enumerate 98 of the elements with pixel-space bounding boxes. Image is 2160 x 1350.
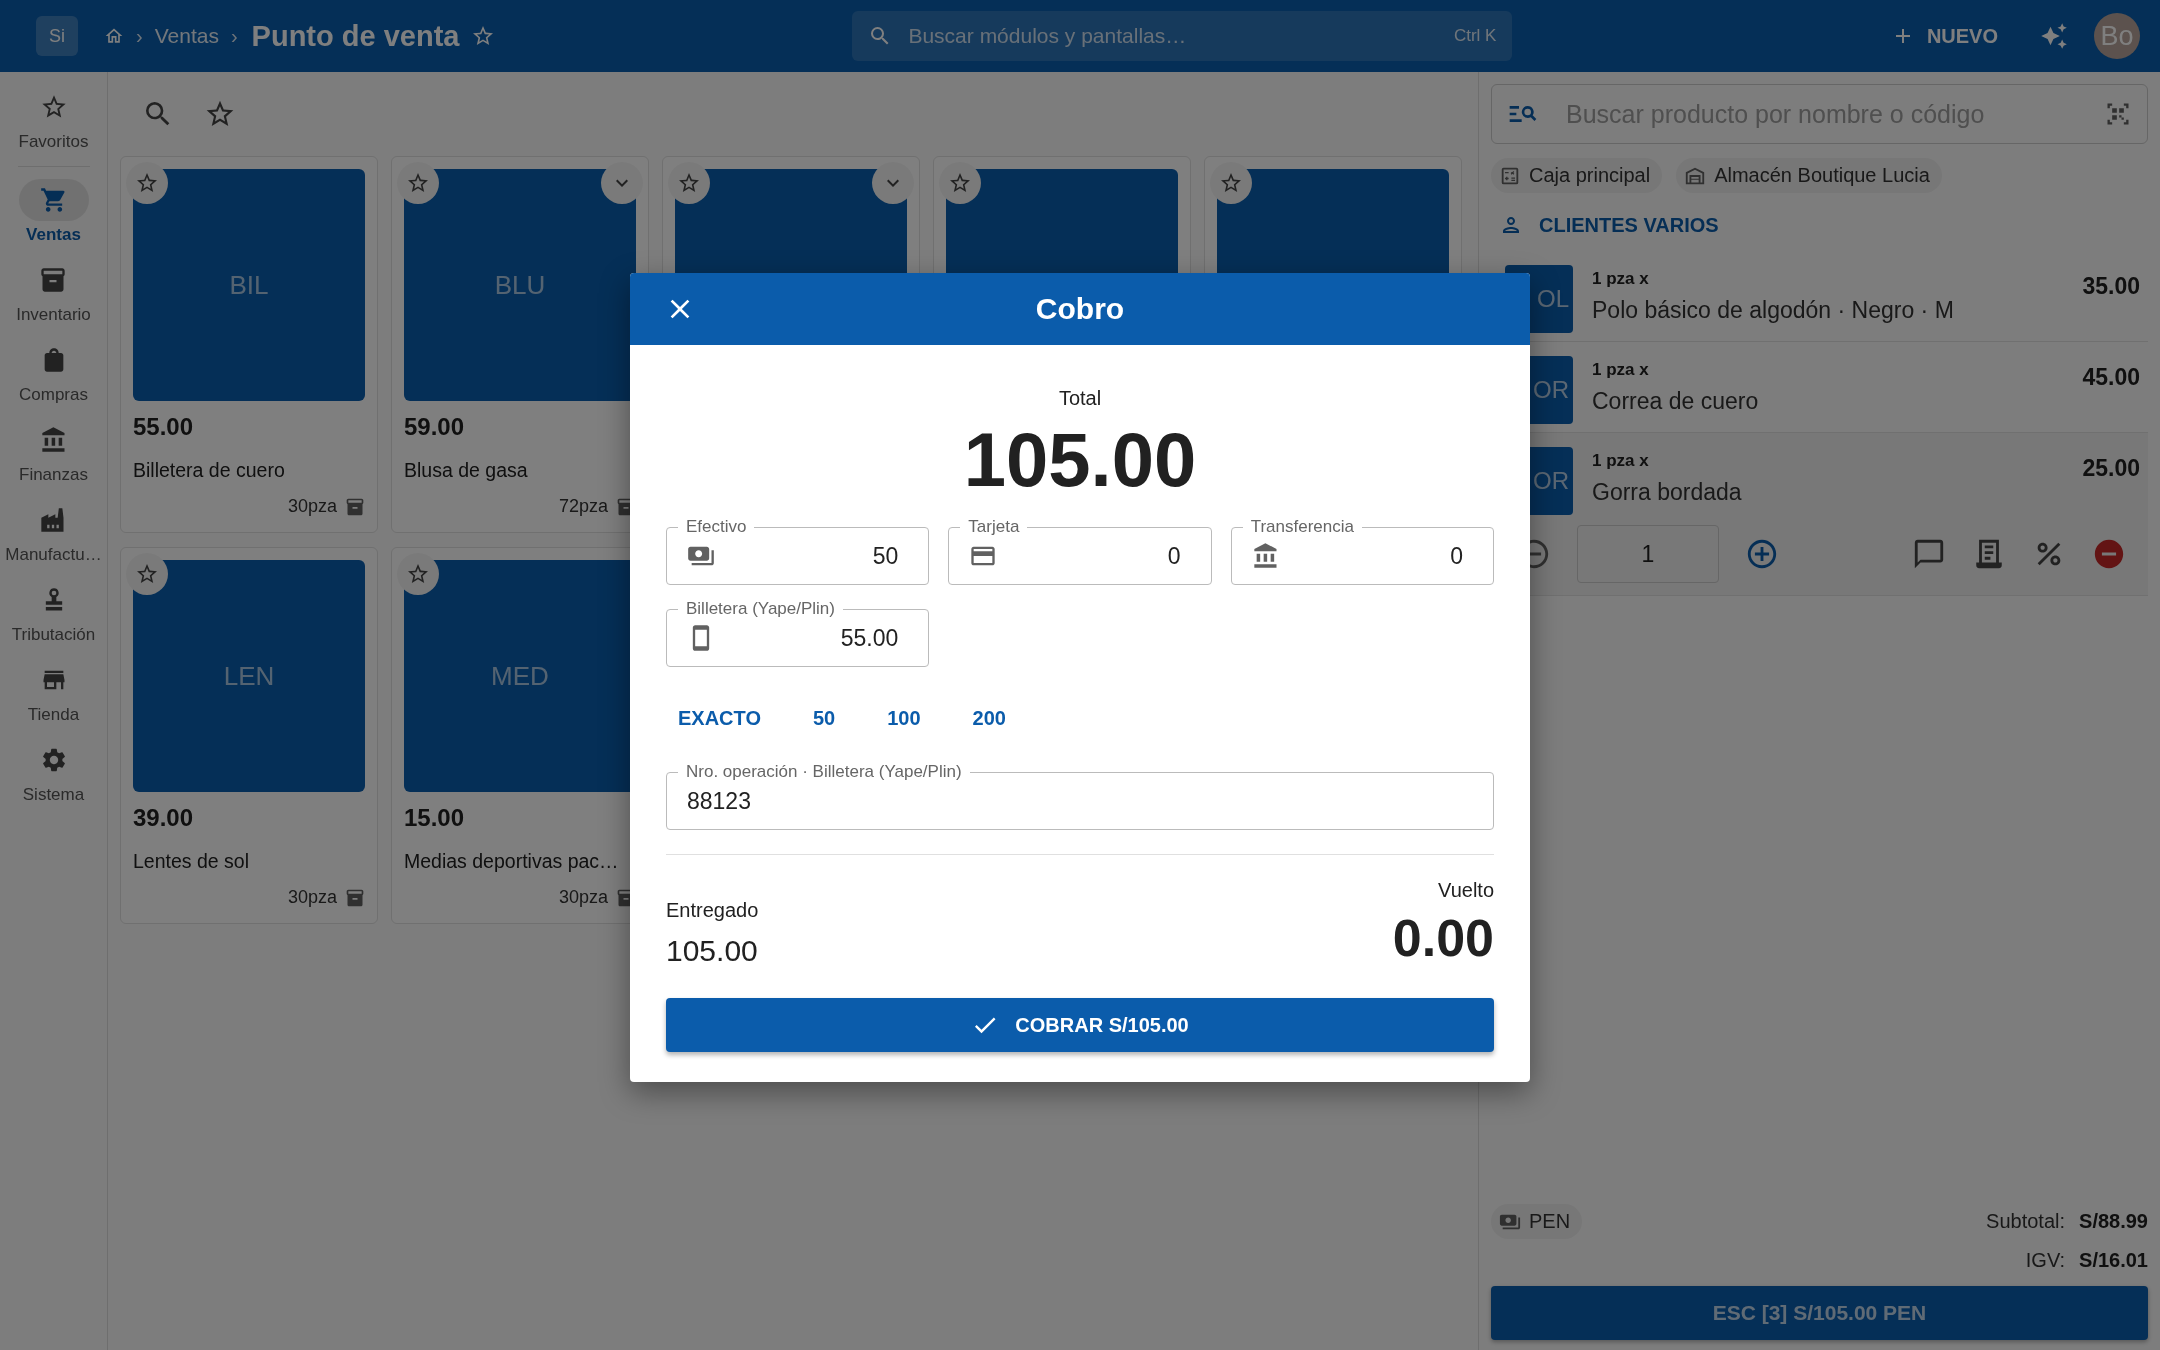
- favorite-button[interactable]: [1210, 162, 1252, 204]
- product-code: LEN: [223, 660, 275, 692]
- star-icon: [135, 562, 159, 586]
- dialog-title: Cobro: [1035, 292, 1125, 326]
- amount-button[interactable]: 200: [960, 701, 1018, 736]
- tax-label: IGV:: [2025, 1249, 2066, 1272]
- sparkle-icon[interactable]: [2040, 22, 2068, 50]
- star-icon: [677, 171, 701, 195]
- home-icon[interactable]: [104, 26, 124, 46]
- stock-count: 72pza: [558, 496, 608, 517]
- bank-icon: [39, 426, 68, 454]
- page-title: Punto de venta: [251, 19, 460, 53]
- charge-button[interactable]: COBRAR S/105.00: [666, 998, 1494, 1052]
- sidebar-item[interactable]: Favoritos: [18, 86, 89, 166]
- sidebar-item[interactable]: Inventario: [16, 259, 91, 339]
- product-code: BIL: [229, 269, 269, 301]
- field-value: 55.00: [839, 624, 900, 652]
- product-name: Blusa de gasa: [404, 459, 529, 482]
- star-icon: [1219, 171, 1243, 195]
- expand-button[interactable]: [601, 162, 643, 204]
- star-icon: [135, 171, 159, 195]
- sidebar-item[interactable]: Sistema: [18, 739, 89, 819]
- star-icon: [948, 171, 972, 195]
- sidebar-item[interactable]: Tienda: [18, 659, 89, 739]
- total-amount: 105.00: [963, 416, 1197, 503]
- archive-icon: [39, 266, 68, 294]
- delivered-label: Entregado: [666, 899, 759, 922]
- amount-button[interactable]: 50: [801, 701, 848, 736]
- new-button[interactable]: NUEVO: [1880, 16, 2008, 56]
- product-card[interactable]: BLU 59.00 Blusa de gasa 72pza: [391, 156, 649, 533]
- product-card[interactable]: LEN 39.00 Lentes de sol 30pza: [120, 547, 378, 924]
- expand-button[interactable]: [872, 162, 914, 204]
- sidebar-item[interactable]: Compras: [18, 339, 89, 419]
- item-quantity: 1 pza x: [1592, 360, 1650, 380]
- item-name: Polo básico de algodón · Negro · M: [1592, 297, 1955, 324]
- amount-button[interactable]: EXACTO: [666, 701, 773, 736]
- quantity-field[interactable]: 1: [1577, 525, 1719, 583]
- amount-button[interactable]: 100: [875, 701, 933, 736]
- warehouse-chip[interactable]: Almacén Boutique Lucia: [1676, 158, 1942, 193]
- item-quantity: 1 pza x: [1592, 451, 1650, 471]
- product-name: Medias deportivas pac…: [404, 850, 620, 873]
- currency-chip[interactable]: PEN: [1491, 1204, 1583, 1239]
- breadcrumb-separator: ›: [136, 24, 143, 48]
- item-price: 25.00: [2082, 455, 2140, 482]
- product-price: 59.00: [404, 413, 466, 441]
- change-amount: 0.00: [1392, 908, 1494, 968]
- tax-value: S/16.01: [2079, 1249, 2148, 1272]
- item-name: Correa de cuero: [1592, 388, 1760, 415]
- checkout-button[interactable]: ESC [3] S/105.00 PEN: [1491, 1286, 2148, 1340]
- breadcrumb-link[interactable]: Ventas: [154, 24, 219, 48]
- sidebar-item[interactable]: Finanzas: [18, 419, 89, 499]
- archive-icon: [345, 496, 365, 517]
- shortcut-hint: Ctrl K: [1453, 26, 1497, 46]
- subtotal-value: S/88.99: [2079, 1210, 2148, 1233]
- item-quantity: 1 pza x: [1592, 269, 1650, 289]
- remove-icon[interactable]: [2092, 537, 2126, 571]
- favorite-button[interactable]: [126, 162, 168, 204]
- favorite-button[interactable]: [939, 162, 981, 204]
- favorite-button[interactable]: [397, 553, 439, 595]
- product-name: Billetera de cuero: [133, 459, 286, 482]
- archive-icon: [345, 887, 365, 908]
- item-name: Gorra bordada: [1592, 479, 1743, 506]
- field-value: 88123: [687, 787, 752, 815]
- star-icon: [406, 562, 430, 586]
- field-value: 0: [1166, 542, 1182, 570]
- star-icon: [406, 171, 430, 195]
- product-code: OR: [1533, 376, 1569, 404]
- product-name: Lentes de sol: [133, 850, 250, 873]
- product-card[interactable]: BIL 55.00 Billetera de cuero 30pza: [120, 156, 378, 533]
- star-icon[interactable]: [471, 24, 496, 48]
- change-label: Vuelto: [1438, 879, 1494, 902]
- stock-count: 30pza: [558, 887, 608, 908]
- delivered-amount: 105.00: [666, 934, 759, 968]
- total-label: Total: [1058, 387, 1102, 410]
- field-value: 50: [871, 542, 900, 570]
- breadcrumb-separator: ›: [230, 24, 238, 48]
- product-price: 55.00: [133, 413, 195, 441]
- product-price: 15.00: [404, 804, 466, 832]
- product-code: OR: [1533, 467, 1569, 495]
- increase-icon[interactable]: [1745, 537, 1779, 571]
- product-code: MED: [491, 660, 549, 692]
- stock-count: 30pza: [287, 496, 337, 517]
- customer-button[interactable]: CLIENTES VARIOS: [1491, 199, 1727, 251]
- bank-icon: [1251, 542, 1280, 570]
- item-price: 35.00: [2082, 273, 2140, 300]
- favorite-button[interactable]: [126, 553, 168, 595]
- register-chip[interactable]: Caja principal: [1491, 158, 1663, 193]
- product-code: BLU: [494, 269, 546, 301]
- favorite-button[interactable]: [668, 162, 710, 204]
- sidebar-item[interactable]: Tributación: [11, 579, 96, 659]
- sidebar-item[interactable]: Manufactu…: [5, 499, 102, 579]
- product-code: OL: [1537, 285, 1569, 313]
- field-value: 0: [1449, 542, 1464, 570]
- subtotal-label: Subtotal:: [1986, 1210, 2066, 1233]
- stock-count: 30pza: [287, 887, 337, 908]
- favorite-button[interactable]: [397, 162, 439, 204]
- item-price: 45.00: [2082, 364, 2140, 391]
- product-price: 39.00: [133, 804, 195, 832]
